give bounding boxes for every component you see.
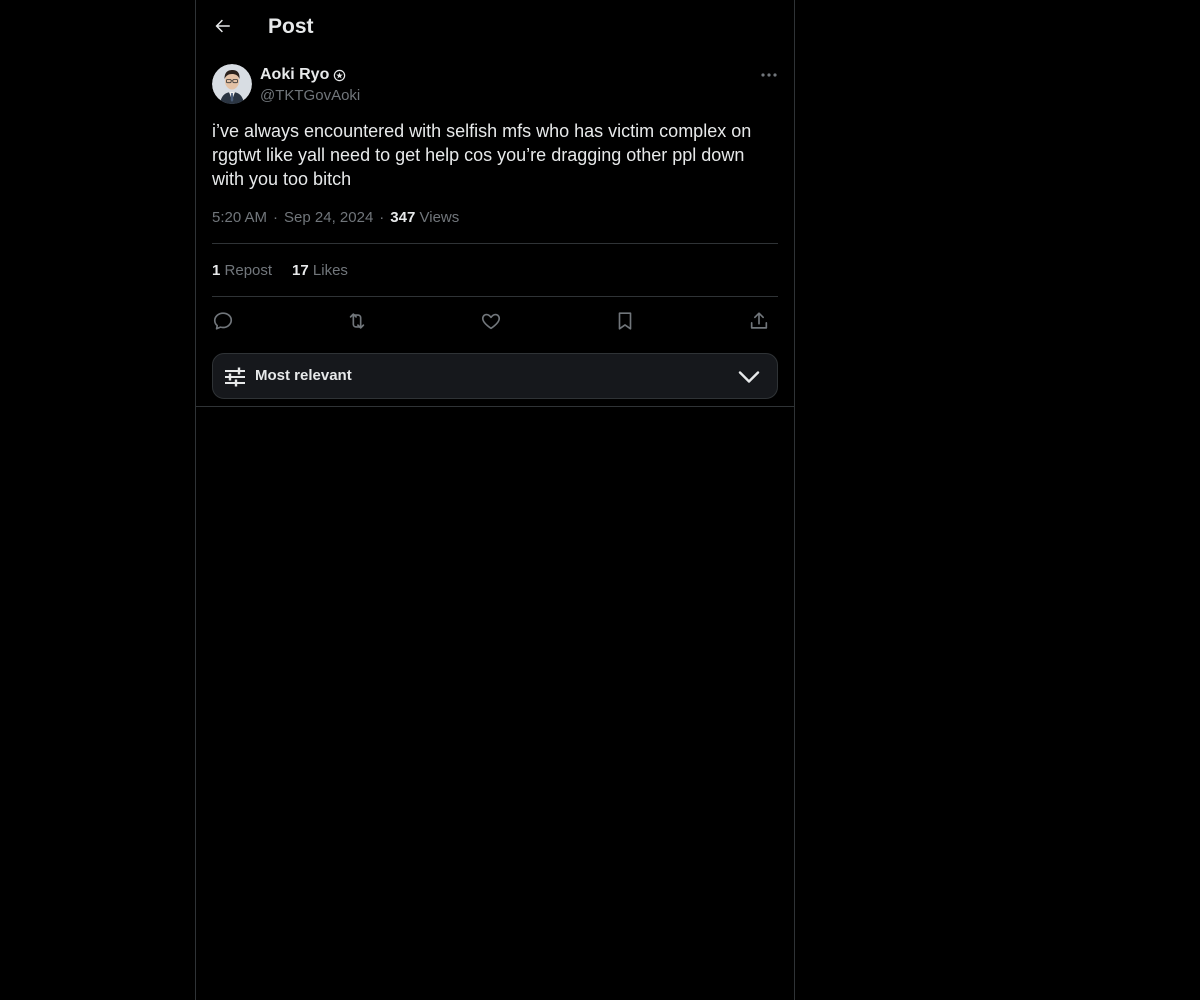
- reposts-stat[interactable]: 1 Repost: [212, 261, 272, 281]
- divider: [212, 243, 778, 244]
- back-button[interactable]: [210, 13, 236, 39]
- likes-label: Likes: [312, 262, 348, 279]
- arrow-left-icon: [215, 19, 230, 33]
- main-column: Post Aoki Ryo @TKTGovAoki i’ve always en…: [195, 0, 795, 1000]
- divider: [212, 296, 778, 297]
- avatar[interactable]: [212, 64, 252, 104]
- reposts-count: 1: [212, 262, 221, 279]
- likes-stat[interactable]: 17 Likes: [292, 261, 348, 281]
- post-meta: 5:20 AM · Sep 24, 2024 · 347 Views: [212, 208, 459, 228]
- bookmark-button[interactable]: [610, 306, 640, 336]
- likes-count: 17: [292, 262, 309, 279]
- meta-separator: ·: [273, 209, 279, 226]
- post-stats: 1 Repost 17 Likes: [212, 261, 348, 281]
- sort-label: Most relevant: [255, 367, 352, 384]
- reposts-label: Repost: [224, 262, 273, 279]
- more-options-button[interactable]: [756, 64, 782, 86]
- author-name-text: Aoki Ryo: [260, 66, 330, 83]
- share-button[interactable]: [744, 306, 774, 336]
- post-text: i’ve always encountered with selfish mfs…: [212, 121, 752, 189]
- post-date[interactable]: Sep 24, 2024: [284, 209, 373, 226]
- verified-badge-icon: [334, 69, 346, 81]
- section-divider: [196, 406, 794, 407]
- sliders-icon: [225, 367, 245, 387]
- reply-sort-dropdown[interactable]: Most relevant: [212, 353, 778, 399]
- views-count: 347: [390, 209, 416, 226]
- share-icon: [750, 312, 768, 329]
- post-time[interactable]: 5:20 AM: [212, 209, 267, 226]
- views-label: Views: [419, 209, 460, 226]
- like-button[interactable]: [476, 306, 506, 336]
- chevron-down-icon: [738, 371, 760, 383]
- repost-icon: [349, 313, 365, 329]
- page-title: Post: [268, 15, 314, 38]
- more-horizontal-icon: [761, 73, 777, 77]
- author-name[interactable]: Aoki Ryo: [260, 65, 346, 85]
- bookmark-icon: [618, 312, 632, 330]
- reply-button[interactable]: [208, 306, 238, 336]
- repost-button[interactable]: [342, 306, 372, 336]
- action-bar: [212, 306, 778, 336]
- author-handle[interactable]: @TKTGovAoki: [260, 86, 360, 106]
- meta-separator: ·: [379, 209, 385, 226]
- reply-icon: [213, 312, 233, 330]
- page-header: Post: [196, 0, 794, 54]
- like-icon: [481, 313, 501, 330]
